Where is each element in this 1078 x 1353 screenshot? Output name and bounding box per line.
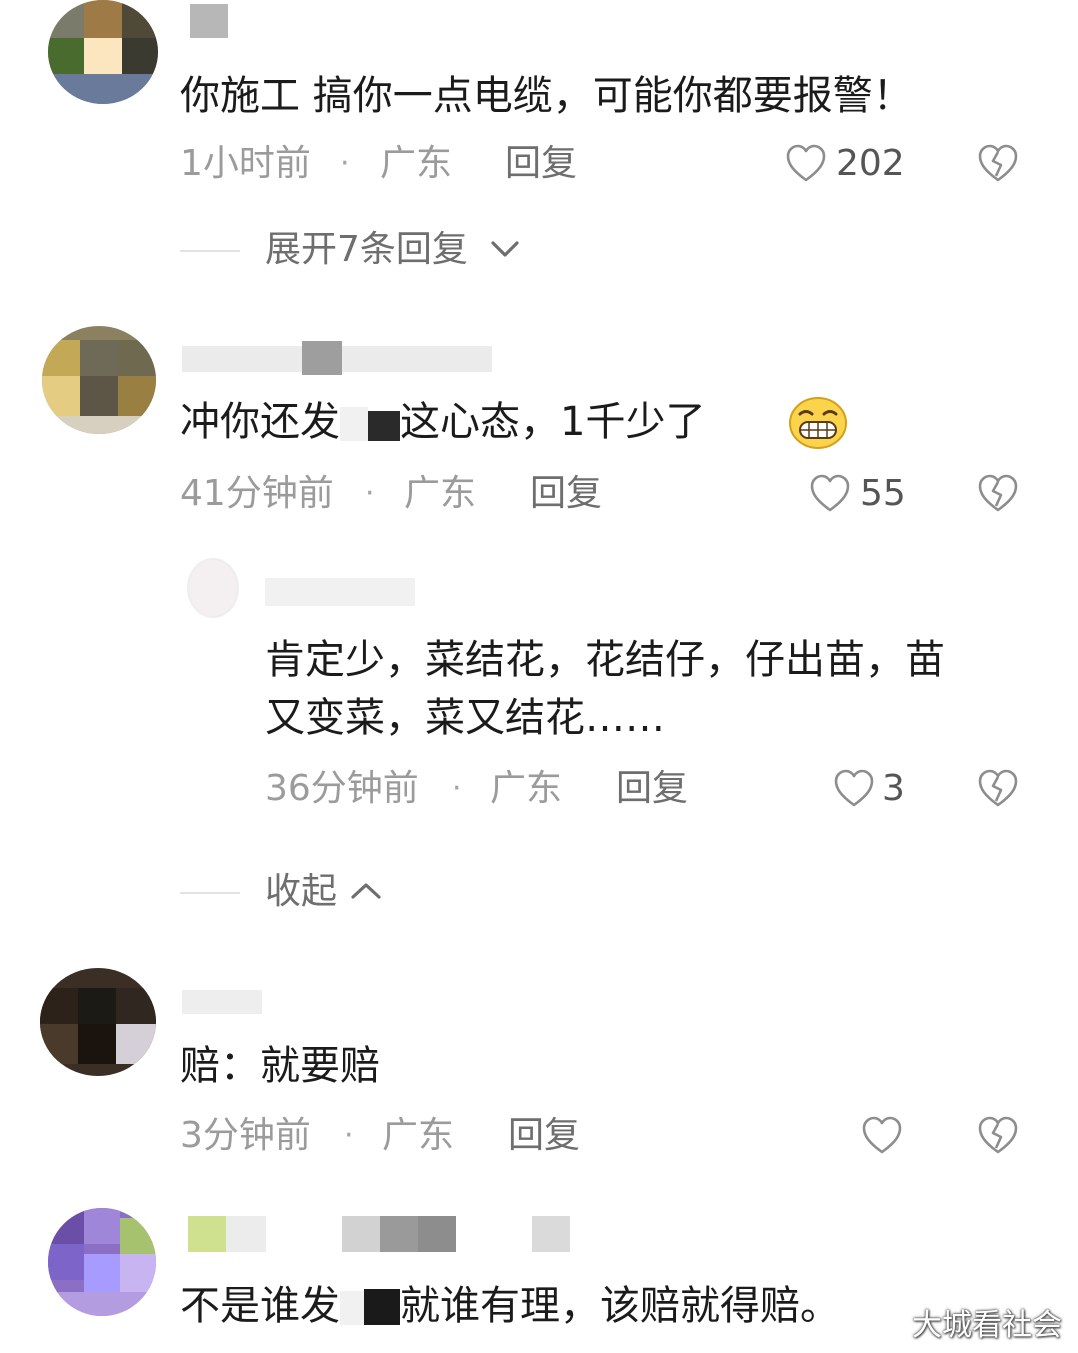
comment-text-part: 冲你还发 — [180, 399, 340, 445]
grinning-face-emoji-icon — [788, 396, 848, 450]
watermark-text: 大城看社会 — [912, 1308, 1062, 1343]
username-blurred-block — [418, 1216, 456, 1252]
comment-location: 广东 — [380, 143, 453, 184]
broken-heart-icon[interactable] — [977, 143, 1019, 183]
chevron-up-icon — [350, 880, 382, 902]
reply-text-line: 肯定少，菜结花，花结仔，仔出苗，苗 — [265, 637, 945, 683]
reply-button[interactable]: 回复 — [508, 1114, 580, 1158]
comment-location: 广东 — [404, 473, 477, 514]
broken-heart-icon[interactable] — [977, 1115, 1019, 1155]
avatar[interactable] — [187, 558, 239, 618]
divider-line — [180, 250, 240, 252]
censored-block — [340, 1291, 364, 1325]
like-count: 55 — [860, 473, 906, 514]
heart-outline-icon[interactable] — [861, 1115, 903, 1155]
censored-block — [340, 407, 368, 441]
username-blurred-block — [342, 1216, 380, 1252]
broken-heart-icon[interactable] — [977, 473, 1019, 513]
username-blurred-block — [302, 341, 342, 375]
heart-outline-icon[interactable] — [809, 473, 851, 513]
like-count: 3 — [882, 768, 905, 809]
reply-location: 广东 — [490, 768, 563, 809]
username-blurred-block — [226, 1216, 266, 1252]
comment-text: 不是谁发 就谁有理，该赔就得赔。 — [180, 1282, 840, 1330]
username-blurred[interactable] — [182, 990, 262, 1014]
like-count: 202 — [836, 143, 905, 184]
username-blurred[interactable] — [188, 1216, 226, 1252]
username-blurred[interactable] — [190, 4, 228, 38]
comment-text-part: 就谁有理，该赔就得赔 — [400, 1283, 800, 1329]
reply-time: 36分钟前 — [265, 768, 419, 809]
separator-dot: · — [365, 476, 375, 511]
avatar[interactable] — [48, 1208, 156, 1316]
reply-text-line: 又变菜，菜又结花…… — [265, 695, 665, 741]
comment-text: 你施工 搞你一点电缆，可能你都要报警！ — [180, 73, 913, 119]
expand-replies-label: 展开7条回复 — [265, 229, 468, 270]
broken-heart-icon[interactable] — [977, 768, 1019, 808]
collapse-label: 收起 — [265, 871, 338, 912]
reply-button[interactable]: 回复 — [616, 767, 688, 811]
divider-line — [180, 892, 240, 894]
username-blurred-block — [380, 1216, 418, 1252]
censored-block — [368, 411, 400, 441]
chevron-down-icon — [490, 238, 520, 260]
censored-block — [364, 1289, 400, 1325]
separator-dot: · — [340, 146, 350, 181]
avatar[interactable] — [48, 0, 158, 104]
separator-dot: · — [452, 771, 462, 806]
username-blurred-block — [532, 1216, 570, 1252]
comment-text-part: 这心态，1千少了 — [400, 399, 706, 445]
comment-text: 赔：就要赔 — [180, 1043, 380, 1089]
comment-text-part: 不是谁发 — [180, 1283, 340, 1329]
comment-text-end: 。 — [800, 1283, 840, 1329]
avatar[interactable] — [40, 968, 156, 1076]
reply-button[interactable]: 回复 — [505, 142, 577, 186]
comment-text: 冲你还发 这心态，1千少了 — [180, 398, 705, 446]
username-blurred[interactable] — [265, 578, 415, 606]
heart-outline-icon[interactable] — [833, 768, 875, 808]
reply-button[interactable]: 回复 — [530, 472, 602, 516]
comment-time: 3分钟前 — [180, 1115, 311, 1156]
comment-time: 41分钟前 — [180, 473, 334, 514]
comment-time: 1小时前 — [180, 143, 311, 184]
separator-dot: · — [344, 1118, 354, 1153]
comment-location: 广东 — [382, 1115, 455, 1156]
avatar[interactable] — [42, 326, 156, 434]
heart-outline-icon[interactable] — [785, 143, 827, 183]
